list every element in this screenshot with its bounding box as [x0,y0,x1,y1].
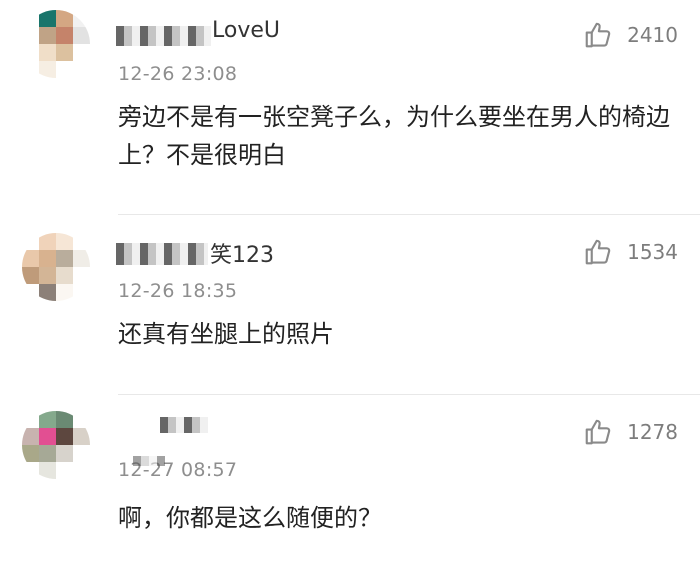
avatar-pixel [56,44,73,61]
avatar-pixel [39,411,56,428]
avatar[interactable] [22,233,90,301]
avatar[interactable] [22,411,90,479]
comment-username[interactable]: 笑123 [210,237,274,269]
avatar-pixel [22,445,39,462]
avatar-pixel [73,445,90,462]
like-button[interactable]: 1278 [583,417,678,447]
avatar-pixel [56,233,73,250]
name-redaction [160,417,208,433]
avatar-pixel [39,462,56,479]
avatar-pixel [73,27,90,44]
comment-time: 12-26 23:08 [118,63,238,85]
avatar-pixel [73,44,90,61]
avatar-pixel [56,445,73,462]
like-button[interactable]: 1534 [583,237,678,267]
like-button[interactable]: 2410 [583,20,678,50]
avatar-pixel [73,284,90,301]
avatar-pixel [56,462,73,479]
avatar-pixel [73,233,90,250]
time-redaction [133,456,165,466]
avatar-pixel [22,462,39,479]
avatar-pixel [22,250,39,267]
avatar-pixel [56,411,73,428]
avatar-pixel [73,267,90,284]
name-redaction [116,243,208,265]
like-count: 1534 [627,240,678,264]
avatar-pixel [73,462,90,479]
avatar-pixel [39,428,56,445]
name-redaction [116,26,211,46]
avatar-pixel [22,411,39,428]
avatar-pixel [22,267,39,284]
avatar-pixel [39,445,56,462]
avatar-pixel [56,267,73,284]
comment-item: 笑123 12-26 18:35 还真有坐腿上的照片 1534 [0,215,700,395]
avatar-pixel [73,411,90,428]
comment-time: 12-26 18:35 [118,280,238,302]
avatar-pixel [39,27,56,44]
thumbs-up-icon [585,239,611,265]
avatar-pixel [22,284,39,301]
thumbs-up-icon [585,22,611,48]
comment-text: 旁边不是有一张空凳子么，为什么要坐在男人的椅边上？不是很明白 [118,103,670,169]
avatar-pixel [39,61,56,78]
avatar-pixel [39,267,56,284]
avatar-pixel [22,27,39,44]
comment-item: LoveU 12-26 23:08 旁边不是有一张空凳子么，为什么要坐在男人的椅… [0,0,700,215]
avatar-pixel [22,44,39,61]
avatar-pixel [56,10,73,27]
avatar-pixel [39,284,56,301]
avatar-pixel [22,10,39,27]
avatar-pixel [56,61,73,78]
comment-text: 啊，你都是这么随便的？ [118,504,382,532]
avatar-pixel [73,10,90,27]
avatar-pixel [73,250,90,267]
avatar-pixel [39,233,56,250]
avatar-pixel [56,250,73,267]
like-count: 1278 [627,420,678,444]
avatar-pixel [39,44,56,61]
avatar-pixel [39,250,56,267]
avatar-pixel [22,61,39,78]
comment-text: 还真有坐腿上的照片 [118,320,334,348]
avatar-pixel [73,61,90,78]
avatar-pixel [73,428,90,445]
avatar-pixel [56,284,73,301]
like-count: 2410 [627,23,678,47]
comment-username[interactable]: LoveU [212,18,280,43]
avatar-pixel [22,428,39,445]
avatar[interactable] [22,10,90,78]
comment-item: 12-27 08:57 啊，你都是这么随便的？ 1278 [0,395,700,572]
avatar-pixel [56,428,73,445]
avatar-pixel [39,10,56,27]
thumbs-up-icon [585,419,611,445]
avatar-pixel [22,233,39,250]
avatar-pixel [56,27,73,44]
